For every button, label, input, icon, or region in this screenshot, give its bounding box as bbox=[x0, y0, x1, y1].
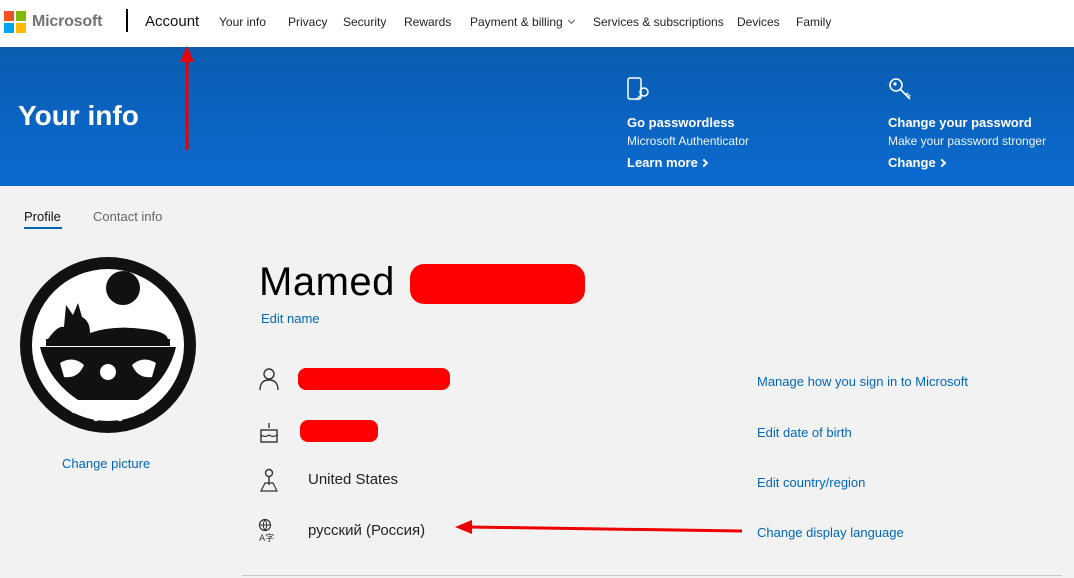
phone-key-icon bbox=[627, 77, 649, 101]
location-icon bbox=[260, 468, 278, 492]
nav-account-link[interactable]: Account bbox=[145, 13, 199, 30]
nav-your-info[interactable]: Your info bbox=[219, 15, 266, 29]
nav-payment-billing[interactable]: Payment & billing bbox=[470, 15, 575, 29]
promo-subtitle: Make your password stronger bbox=[888, 134, 1047, 148]
redaction-mark bbox=[300, 420, 378, 442]
section-divider bbox=[242, 575, 1062, 576]
microsoft-logo[interactable]: Microsoft bbox=[4, 11, 102, 33]
chevron-down-icon bbox=[567, 16, 575, 25]
learn-more-label: Learn more bbox=[627, 155, 698, 170]
edit-country-region-link[interactable]: Edit country/region bbox=[757, 475, 865, 490]
nav-rewards[interactable]: Rewards bbox=[404, 15, 451, 29]
manage-sign-in-link[interactable]: Manage how you sign in to Microsoft bbox=[757, 374, 968, 389]
learn-more-link[interactable]: Learn more bbox=[627, 155, 709, 170]
annotation-arrow-language bbox=[455, 520, 743, 534]
nav-security[interactable]: Security bbox=[343, 15, 386, 29]
redaction-mark bbox=[298, 368, 450, 390]
nav-privacy[interactable]: Privacy bbox=[288, 15, 327, 29]
nav-devices[interactable]: Devices bbox=[737, 15, 780, 29]
chevron-right-icon bbox=[699, 158, 709, 168]
language-icon: A字 bbox=[258, 518, 274, 542]
brand-name: Microsoft bbox=[32, 13, 103, 30]
nav-services-subscriptions[interactable]: Services & subscriptions bbox=[593, 15, 724, 29]
nav-divider bbox=[126, 9, 128, 32]
chevron-right-icon bbox=[937, 158, 946, 168]
hero-banner: Your info Go passwordless Microsoft Auth… bbox=[0, 47, 1074, 186]
change-picture-link[interactable]: Change picture bbox=[62, 456, 150, 471]
tab-contact-info[interactable]: Contact info bbox=[93, 209, 162, 224]
svg-text:A字: A字 bbox=[259, 532, 274, 542]
microsoft-logo-icon bbox=[4, 11, 26, 33]
nav-family[interactable]: Family bbox=[796, 15, 831, 29]
nav-payment-billing-label: Payment & billing bbox=[470, 15, 563, 29]
display-language-value: русский (Россия) bbox=[308, 522, 426, 539]
promo-subtitle: Microsoft Authenticator bbox=[627, 134, 750, 148]
avatar bbox=[20, 257, 196, 433]
page-title: Your info bbox=[18, 100, 139, 131]
edit-date-of-birth-link[interactable]: Edit date of birth bbox=[757, 425, 852, 440]
cake-icon bbox=[260, 423, 278, 443]
active-tab-indicator bbox=[24, 227, 62, 229]
profile-name: Mamed bbox=[259, 260, 395, 304]
edit-name-link[interactable]: Edit name bbox=[261, 311, 320, 326]
promo-heading: Change your password bbox=[888, 115, 1032, 130]
country-value: United States bbox=[308, 471, 399, 488]
promo-heading: Go passwordless bbox=[627, 115, 735, 130]
redaction-mark bbox=[410, 264, 585, 304]
tab-profile[interactable]: Profile bbox=[24, 209, 61, 224]
key-icon bbox=[889, 78, 911, 100]
change-password-link[interactable]: Change bbox=[888, 155, 946, 170]
change-password-label: Change bbox=[888, 155, 936, 170]
change-display-language-link[interactable]: Change display language bbox=[757, 525, 904, 540]
top-navigation: Microsoft Account Your info Privacy Secu… bbox=[0, 0, 1074, 47]
person-icon bbox=[259, 368, 279, 391]
